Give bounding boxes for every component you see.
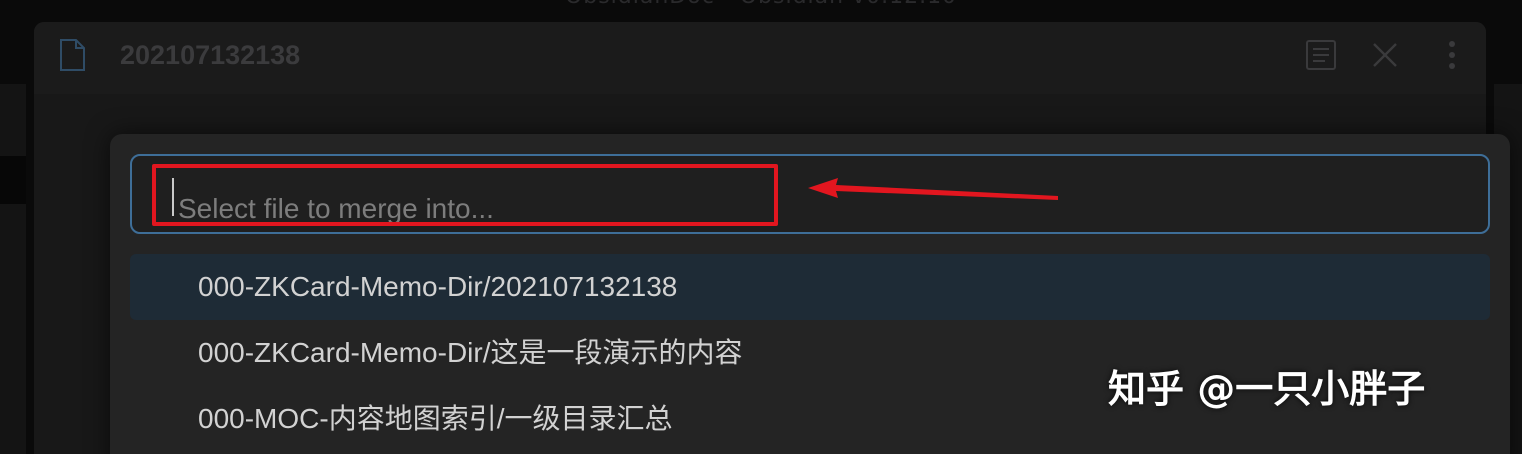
close-icon bbox=[1373, 43, 1397, 67]
suggestion-item[interactable]: 000-MOC-内容地图索引/一级目录汇总 bbox=[130, 386, 1490, 452]
more-options-button[interactable] bbox=[1438, 38, 1472, 72]
left-sidebar-pane bbox=[0, 84, 26, 454]
search-input[interactable] bbox=[172, 184, 772, 234]
app-stage: ObsidianDoc - Obsidian v0.12.10 20210713… bbox=[0, 0, 1522, 454]
editor-header: 202107132138 bbox=[34, 22, 1486, 94]
search-field[interactable] bbox=[130, 154, 1490, 234]
reading-view-icon bbox=[1306, 40, 1336, 70]
suggestion-list: 000-ZKCard-Memo-Dir/202107132138 000-ZKC… bbox=[130, 254, 1490, 452]
reading-view-button[interactable] bbox=[1304, 38, 1338, 72]
text-caret bbox=[172, 178, 174, 216]
suggestion-item[interactable]: 000-ZKCard-Memo-Dir/202107132138 bbox=[130, 254, 1490, 320]
file-title: 202107132138 bbox=[120, 40, 301, 70]
left-sidebar-divider bbox=[0, 156, 26, 204]
file-suggester-modal: 000-ZKCard-Memo-Dir/202107132138 000-ZKC… bbox=[110, 134, 1510, 454]
window-title: ObsidianDoc - Obsidian v0.12.10 bbox=[0, 0, 1522, 9]
suggestion-item[interactable]: 000-ZKCard-Memo-Dir/这是一段演示的内容 bbox=[130, 320, 1490, 386]
file-icon bbox=[58, 38, 86, 72]
close-pane-button[interactable] bbox=[1368, 38, 1402, 72]
more-options-icon bbox=[1449, 41, 1455, 69]
